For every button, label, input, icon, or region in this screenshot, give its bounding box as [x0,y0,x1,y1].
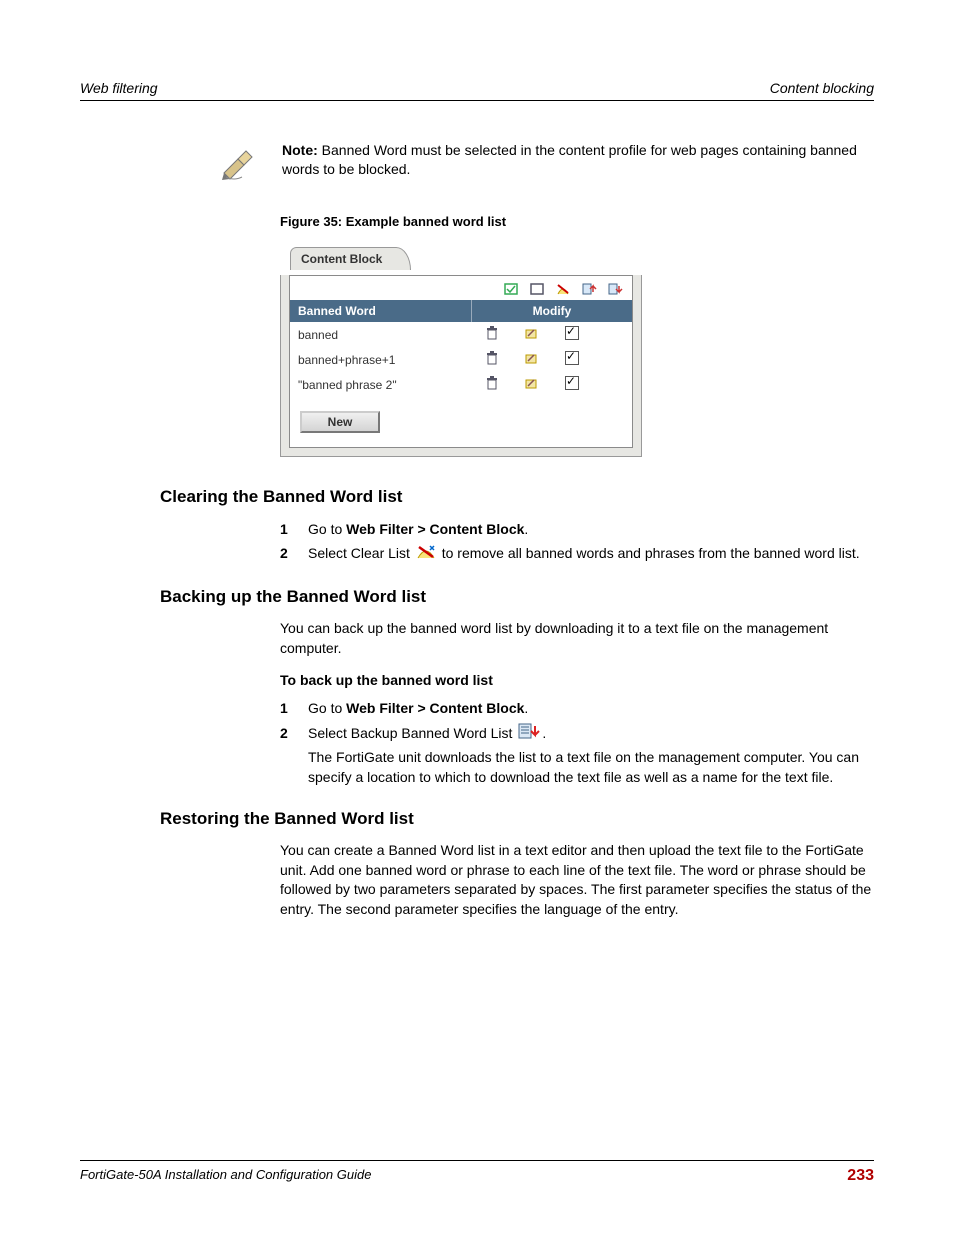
download-icon[interactable] [606,282,624,296]
row-word: "banned phrase 2" [290,378,472,392]
upload-icon[interactable] [580,282,598,296]
clear-list-icon [416,544,436,565]
page-footer: FortiGate-50A Installation and Configura… [80,1160,874,1185]
enable-checkbox[interactable] [552,326,592,343]
backup-list-icon [518,723,540,744]
backing-intro: You can back up the banned word list by … [280,619,874,658]
note-block: Note: Banned Word must be selected in th… [220,141,874,186]
tab-content-block[interactable]: Content Block [290,247,411,270]
heading-restoring: Restoring the Banned Word list [160,809,874,829]
step-continuation: The FortiGate unit downloads the list to… [308,747,874,788]
footer-guide: FortiGate-50A Installation and Configura… [80,1167,371,1185]
menu-path: Web Filter > Content Block [346,521,524,537]
edit-icon[interactable] [512,327,552,342]
table-row: banned+phrase+1 [290,347,632,372]
menu-path: Web Filter > Content Block [346,700,524,716]
uncheck-all-icon[interactable] [528,282,546,296]
table-header: Banned Word Modify [290,300,632,322]
header-right: Content blocking [770,80,874,96]
row-word: banned [290,328,472,342]
edit-icon[interactable] [512,377,552,392]
figure-panel: Content Block Banned Word Modify banned [280,239,874,457]
running-header: Web filtering Content blocking [80,80,874,101]
note-label: Note: [282,142,318,158]
check-all-icon[interactable] [502,282,520,296]
row-word: banned+phrase+1 [290,353,472,367]
table-row: "banned phrase 2" [290,372,632,397]
new-button[interactable]: New [300,411,380,433]
panel-toolbar [290,276,632,300]
heading-clearing: Clearing the Banned Word list [160,487,874,507]
table-row: banned [290,322,632,347]
clear-list-icon[interactable] [554,282,572,296]
note-body: Banned Word must be selected in the cont… [282,142,857,177]
restoring-body: You can create a Banned Word list in a t… [280,841,874,919]
header-left: Web filtering [80,80,158,96]
steps-backing: Go to Web Filter > Content Block. Select… [280,698,874,787]
delete-icon[interactable] [472,351,512,368]
step: Select Clear List to remove all banned w… [280,543,874,565]
step: Go to Web Filter > Content Block. [280,698,874,718]
edit-icon[interactable] [512,352,552,367]
step: Select Backup Banned Word List . The For… [280,723,874,788]
page-number: 233 [847,1167,874,1185]
delete-icon[interactable] [472,326,512,343]
th-modify: Modify [472,300,632,322]
steps-clearing: Go to Web Filter > Content Block. Select… [280,519,874,565]
figure-caption: Figure 35: Example banned word list [280,214,874,229]
enable-checkbox[interactable] [552,376,592,393]
note-text: Note: Banned Word must be selected in th… [282,141,874,179]
th-banned-word: Banned Word [290,300,472,322]
note-icon [220,143,268,186]
enable-checkbox[interactable] [552,351,592,368]
delete-icon[interactable] [472,376,512,393]
proc-heading: To back up the banned word list [280,672,874,688]
step: Go to Web Filter > Content Block. [280,519,874,539]
heading-backing: Backing up the Banned Word list [160,587,874,607]
